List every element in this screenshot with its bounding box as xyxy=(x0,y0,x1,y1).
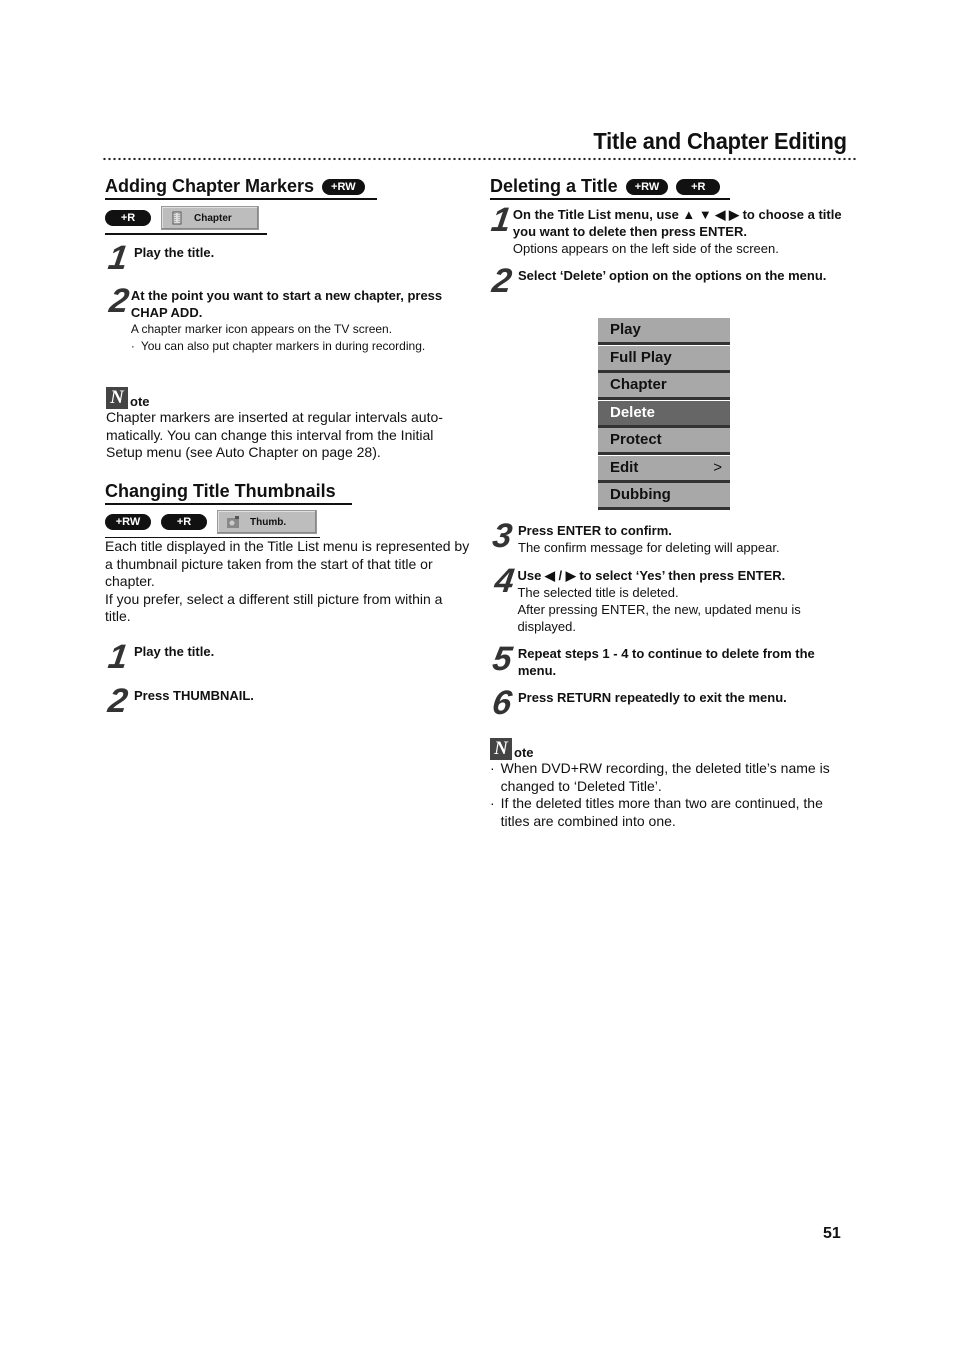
deleting-title-section: Deleting a Title +RW +R xyxy=(490,176,730,200)
step-instruction: Press RETURN repeatedly to exit the menu… xyxy=(518,690,787,705)
deleting-step-5: 5 Repeat steps 1 - 4 to continue to dele… xyxy=(490,640,855,679)
section-title-text: Changing Title Thumbnails xyxy=(105,481,336,501)
step-detail: The selected title is deleted. xyxy=(517,585,679,600)
chevron-right-icon: > xyxy=(713,458,722,476)
dotted-divider xyxy=(102,157,856,161)
intro-paragraph: If you prefer, select a different still … xyxy=(105,590,443,625)
note-bullet-text: If the deleted titles more than two are … xyxy=(500,795,823,829)
step-instruction: Play the title. xyxy=(134,245,215,260)
note-bullet: · When DVD+RW recording, the deleted titl… xyxy=(490,760,855,795)
menu-item-label: Full Play xyxy=(610,348,672,366)
note-label: ote xyxy=(130,394,150,409)
step-detail: A chapter marker icon appears on the TV … xyxy=(130,322,393,336)
thumbnails-step-1: 1 Play the title. xyxy=(105,638,466,676)
step-number: 2 xyxy=(489,262,515,300)
note-bullet-text: When DVD+RW recording, the deleted title… xyxy=(500,760,830,794)
menu-item-delete[interactable]: Delete xyxy=(598,400,730,428)
section-title-changing-title-thumbnails: Changing Title Thumbnails xyxy=(105,481,352,505)
deleting-step-4: 4 Use ◀ / ▶ to select ‘Yes’ then press E… xyxy=(490,562,855,635)
badge-plus-r: +R xyxy=(676,178,721,195)
chapter-osd-button: Chapter xyxy=(161,206,259,230)
step-instruction: Repeat steps 1 - 4 to continue to delete… xyxy=(517,646,815,678)
step-instruction: Play the title. xyxy=(134,644,215,659)
thumbnails-intro: Each title displayed in the Title List m… xyxy=(105,538,470,626)
step-instruction: On the Title List menu, use ▲ ▼ ◀ ▶ to c… xyxy=(512,207,842,239)
camera-icon xyxy=(227,516,239,528)
step-number: 4 xyxy=(492,562,517,600)
thumbnails-step-2: 2 Press THUMBNAIL. xyxy=(105,682,466,720)
step-instruction: At the point you want to start a new cha… xyxy=(130,288,443,320)
thumb-osd-button: Thumb. xyxy=(217,510,317,534)
menu-item-label: Chapter xyxy=(610,376,667,393)
step-bullet: · You can also put chapter markers in dur… xyxy=(130,339,426,353)
changing-thumbnails-section: Changing Title Thumbnails xyxy=(105,481,352,505)
step-instruction: Select ‘Delete’ option on the options on… xyxy=(518,268,827,283)
section-title-adding-chapter-markers: Adding Chapter Markers +RW xyxy=(105,176,377,200)
menu-item-dubbing[interactable]: Dubbing xyxy=(598,483,730,510)
menu-item-label: Edit xyxy=(610,458,639,476)
step-instruction: Use ◀ / ▶ to select ‘Yes’ then press ENT… xyxy=(517,568,786,583)
title-options-menu: Play Full Play Chapter Delete Protect Ed… xyxy=(598,318,730,511)
step-instruction: Press THUMBNAIL. xyxy=(134,688,254,703)
menu-item-label: Dubbing xyxy=(610,486,671,503)
adding-chapter-markers-section: Adding Chapter Markers +RW xyxy=(105,176,377,200)
step-detail: Options appears on the left side of the … xyxy=(512,241,779,256)
badge-plus-rw: +RW xyxy=(625,178,669,195)
thumb-osd-label: Thumb. xyxy=(250,516,287,528)
step-number: 5 xyxy=(490,640,515,678)
step-number: 2 xyxy=(107,282,132,320)
intro-paragraph: Each title displayed in the Title List m… xyxy=(105,538,470,589)
step-number: 1 xyxy=(105,638,131,676)
step-instruction: Press ENTER to confirm. xyxy=(518,523,672,538)
deleting-step-1: 1 On the Title List menu, use ▲ ▼ ◀ ▶ to… xyxy=(489,201,855,257)
note-icon: N xyxy=(490,738,512,760)
note-label: ote xyxy=(514,745,534,760)
section-title-text: Adding Chapter Markers xyxy=(105,176,315,196)
menu-item-label: Protect xyxy=(610,431,662,448)
step-detail: The confirm message for deleting will ap… xyxy=(518,540,780,555)
adding-step-1: 1 Play the title. xyxy=(105,239,466,277)
deleting-step-2: 2 Select ‘Delete’ option on the options … xyxy=(489,262,855,300)
film-strip-icon xyxy=(172,211,182,225)
menu-item-label: Delete xyxy=(610,403,656,421)
step-bullet-text: You can also put chapter markers in duri… xyxy=(140,339,426,353)
menu-item-label: Play xyxy=(610,321,641,338)
section-title-deleting-a-title: Deleting a Title +RW +R xyxy=(490,176,730,200)
note-icon: N xyxy=(106,387,128,409)
section-title-text: Deleting a Title xyxy=(490,176,618,196)
menu-item-chapter[interactable]: Chapter xyxy=(598,373,730,400)
thumbnails-badge-row: +RW +R Thumb. xyxy=(105,510,320,538)
menu-item-protect[interactable]: Protect xyxy=(598,428,730,455)
menu-item-edit[interactable]: Edit > xyxy=(598,455,730,483)
step-number: 3 xyxy=(490,517,515,555)
note-text: Chapter markers are inserted at regular … xyxy=(106,409,443,460)
adding-chapter-badge-row: +R Chapter xyxy=(105,206,267,235)
menu-item-full-play[interactable]: Full Play xyxy=(598,345,730,373)
chapter-osd-label: Chapter xyxy=(194,212,232,224)
menu-item-play[interactable]: Play xyxy=(598,318,730,345)
badge-plus-r: +R xyxy=(105,210,151,226)
adding-step-2: 2 At the point you want to start a new c… xyxy=(106,282,466,355)
badge-plus-rw: +RW xyxy=(105,514,151,530)
deleting-step-3: 3 Press ENTER to confirm. The confirm me… xyxy=(490,517,855,556)
step-number: 6 xyxy=(489,684,515,722)
deleting-note: Note · When DVD+RW recording, the deleted… xyxy=(490,738,855,830)
note-bullet: · If the deleted titles more than two are… xyxy=(490,795,855,830)
badge-plus-rw: +RW xyxy=(322,178,365,195)
page-title: Title and Chapter Editing xyxy=(593,128,848,154)
badge-plus-r: +R xyxy=(161,514,207,530)
step-detail: After pressing ENTER, the new, updated m… xyxy=(517,602,801,634)
step-number: 1 xyxy=(105,239,131,277)
adding-note: Note Chapter markers are inserted at reg… xyxy=(106,387,466,462)
step-number: 1 xyxy=(488,201,514,239)
page-number: 51 xyxy=(823,1225,841,1242)
step-number: 2 xyxy=(105,682,131,720)
deleting-step-6: 6 Press RETURN repeatedly to exit the me… xyxy=(489,684,855,722)
